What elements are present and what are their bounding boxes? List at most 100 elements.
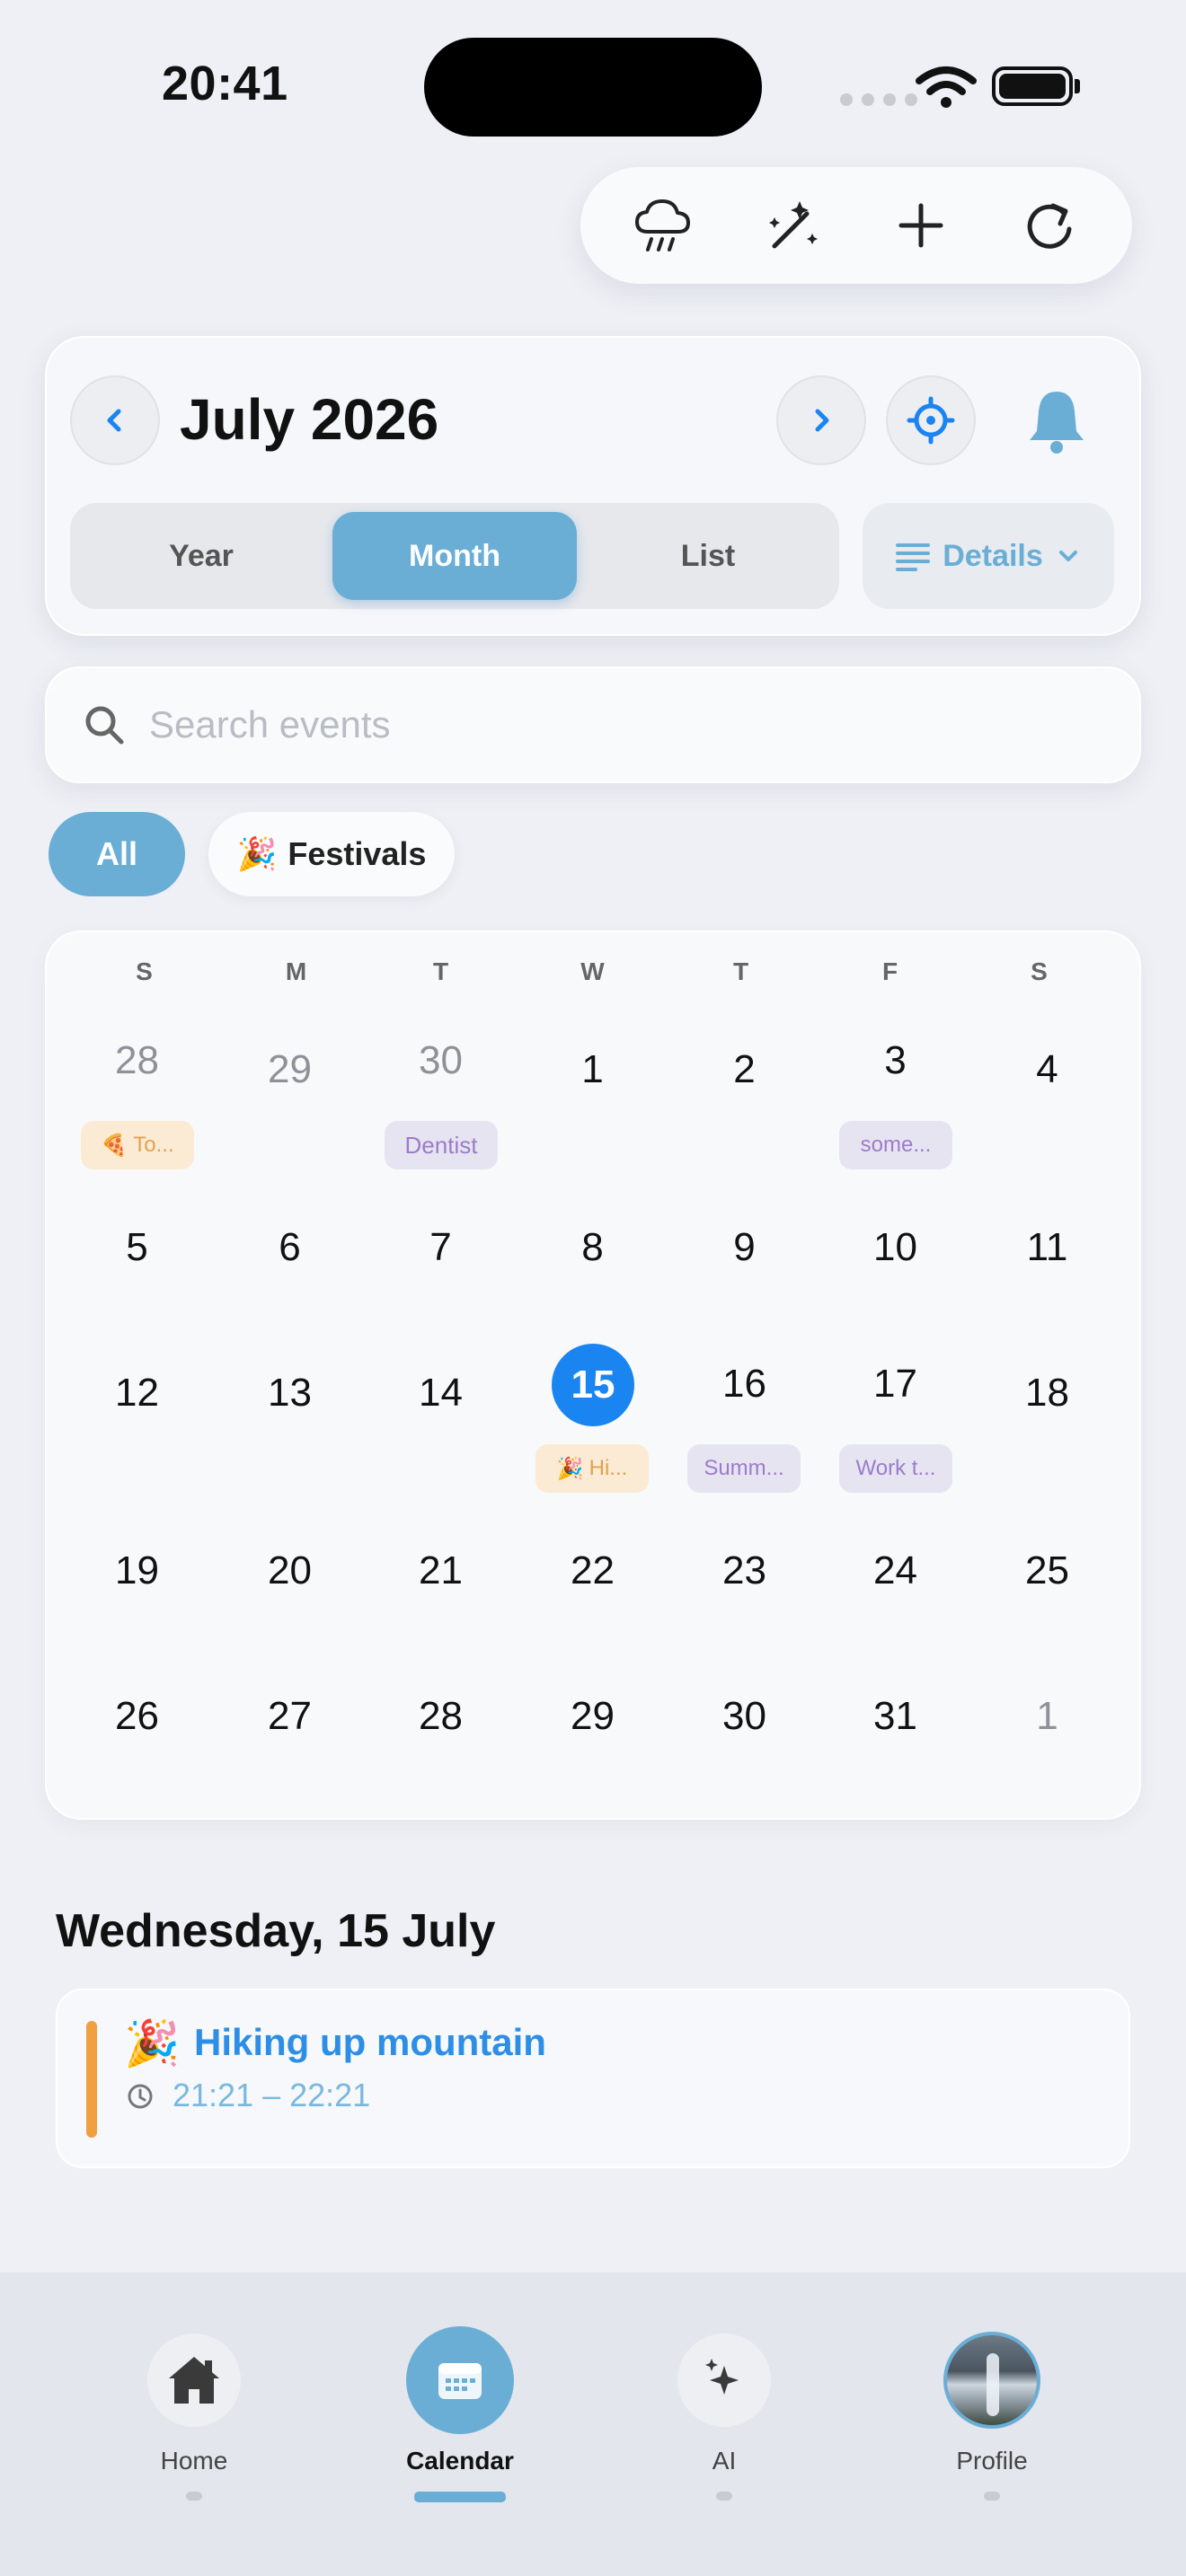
tab-month[interactable]: Month xyxy=(332,512,577,600)
day-cell[interactable]: 7 xyxy=(365,1225,517,1270)
magic-wand-icon[interactable] xyxy=(756,190,828,261)
day-cell[interactable]: 10 xyxy=(819,1225,971,1270)
tab-home[interactable]: Home xyxy=(104,2333,284,2501)
day-cell[interactable]: 30 xyxy=(365,1038,517,1083)
weekday-thu: T xyxy=(732,957,749,985)
search-icon xyxy=(85,706,124,745)
day-cell[interactable]: 28 xyxy=(61,1038,213,1083)
day-cell[interactable]: 21 xyxy=(365,1548,517,1593)
day-cell[interactable]: 30 xyxy=(668,1694,820,1739)
tab-list[interactable]: List xyxy=(586,512,830,600)
search-field[interactable]: Search events xyxy=(45,666,1141,783)
filter-chip-all[interactable]: All xyxy=(49,812,185,896)
battery-tip xyxy=(1075,79,1080,93)
event-chip[interactable]: Summ... xyxy=(687,1444,801,1493)
details-dropdown[interactable]: Details xyxy=(863,503,1114,609)
event-color-bar xyxy=(86,2021,97,2138)
lines-icon xyxy=(896,543,931,571)
dynamic-island xyxy=(424,38,762,137)
today-cell[interactable]: 15 xyxy=(552,1344,634,1426)
previous-month-button[interactable] xyxy=(70,375,160,465)
day-cell[interactable]: 20 xyxy=(214,1548,366,1593)
month-title: July 2026 xyxy=(180,387,439,452)
tab-indicator xyxy=(716,2492,732,2501)
search-placeholder: Search events xyxy=(149,703,391,745)
day-cell[interactable]: 17 xyxy=(819,1362,971,1407)
day-cell[interactable]: 1 xyxy=(971,1694,1123,1739)
selected-day-title: Wednesday, 15 July xyxy=(56,1905,496,1957)
cloud-rain-icon[interactable] xyxy=(627,190,699,261)
home-icon xyxy=(147,2333,241,2427)
day-cell[interactable]: 23 xyxy=(668,1548,820,1593)
day-cell[interactable]: 6 xyxy=(214,1225,366,1270)
calendar-icon xyxy=(406,2326,514,2434)
day-cell[interactable]: 13 xyxy=(214,1371,366,1416)
event-chip[interactable]: 🍕 To... xyxy=(81,1121,194,1169)
pizza-icon: 🍕 xyxy=(101,1133,128,1158)
tab-ai[interactable]: AI xyxy=(634,2333,814,2501)
status-time: 20:41 xyxy=(162,57,288,110)
details-label: Details xyxy=(943,538,1043,573)
tab-calendar-label: Calendar xyxy=(406,2447,514,2475)
event-title: Hiking up mountain xyxy=(194,2021,546,2063)
tab-profile[interactable]: Profile xyxy=(902,2332,1082,2501)
day-cell[interactable]: 24 xyxy=(819,1548,971,1593)
day-cell[interactable]: 12 xyxy=(61,1371,213,1416)
day-cell[interactable]: 2 xyxy=(668,1047,820,1092)
event-time: 21:21 – 22:21 xyxy=(173,2077,371,2113)
chevron-down-icon xyxy=(1058,551,1077,561)
day-cell[interactable]: 29 xyxy=(214,1047,366,1092)
day-cell[interactable]: 11 xyxy=(971,1225,1123,1270)
tab-year[interactable]: Year xyxy=(79,512,323,600)
day-cell[interactable]: 26 xyxy=(61,1694,213,1739)
weekday-tue: T xyxy=(432,957,449,985)
crosshair-icon xyxy=(907,396,955,445)
weekday-mon: M xyxy=(285,957,307,985)
event-chip[interactable]: some... xyxy=(839,1121,952,1169)
notifications-button[interactable] xyxy=(1019,383,1094,463)
day-cell[interactable]: 5 xyxy=(61,1225,213,1270)
today-locate-button[interactable] xyxy=(886,375,976,465)
day-cell[interactable]: 19 xyxy=(61,1548,213,1593)
bell-icon xyxy=(1030,392,1084,454)
tab-indicator xyxy=(984,2492,1000,2501)
day-cell[interactable]: 22 xyxy=(517,1548,668,1593)
plus-icon[interactable] xyxy=(885,190,957,261)
day-cell[interactable]: 31 xyxy=(819,1694,971,1739)
day-cell[interactable]: 1 xyxy=(517,1047,668,1092)
view-segmented-control: Year Month List xyxy=(70,503,839,609)
signal-icon xyxy=(840,93,917,106)
day-cell[interactable]: 25 xyxy=(971,1548,1123,1593)
day-cell[interactable]: 8 xyxy=(517,1225,668,1270)
day-cell[interactable]: 16 xyxy=(668,1362,820,1407)
clock-icon xyxy=(128,2084,153,2109)
refresh-icon[interactable] xyxy=(1013,190,1085,261)
day-cell[interactable]: 18 xyxy=(971,1371,1123,1416)
day-cell[interactable]: 9 xyxy=(668,1225,820,1270)
party-icon: 🎉 xyxy=(236,835,278,872)
day-cell[interactable]: 3 xyxy=(819,1038,971,1083)
chevron-left-icon xyxy=(107,409,121,432)
next-month-button[interactable] xyxy=(776,375,866,465)
day-cell[interactable]: 28 xyxy=(365,1694,517,1739)
day-cell[interactable]: 27 xyxy=(214,1694,366,1739)
day-cell[interactable]: 4 xyxy=(971,1047,1123,1092)
party-icon: 🎉 xyxy=(124,2018,181,2069)
tab-indicator xyxy=(186,2492,202,2501)
day-cell[interactable]: 14 xyxy=(365,1371,517,1416)
event-chip[interactable]: Work t... xyxy=(839,1444,952,1493)
weekday-fri: F xyxy=(881,957,898,985)
party-icon: 🎉 xyxy=(556,1456,584,1481)
weekday-sat: S xyxy=(1031,957,1048,985)
day-cell[interactable]: 29 xyxy=(517,1694,668,1739)
weekday-sun: S xyxy=(136,957,153,985)
event-chip[interactable]: Dentist xyxy=(385,1121,498,1169)
tab-ai-label: AI xyxy=(712,2447,737,2475)
filter-all-label: All xyxy=(95,835,137,872)
wifi-icon xyxy=(916,66,977,108)
tab-home-label: Home xyxy=(160,2447,228,2475)
tab-calendar[interactable]: Calendar xyxy=(370,2326,550,2502)
event-chip[interactable]: 🎉 Hi... xyxy=(535,1444,649,1493)
weekday-wed: W xyxy=(580,957,605,985)
filter-chip-festivals[interactable]: 🎉 Festivals xyxy=(208,812,455,896)
